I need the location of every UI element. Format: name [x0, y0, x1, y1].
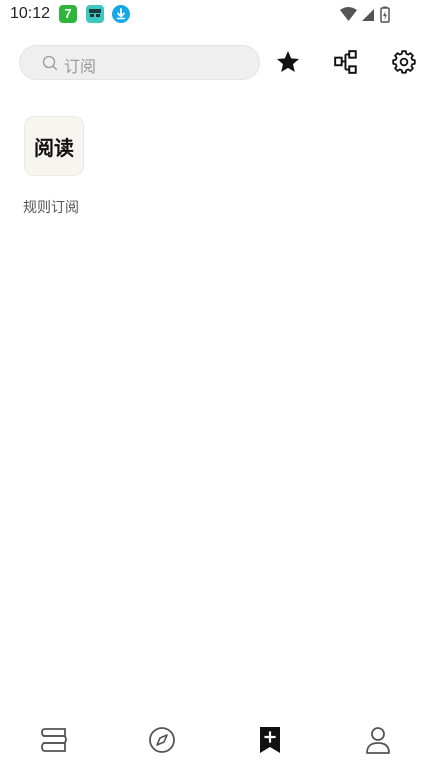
source-label: 规则订阅: [23, 200, 79, 216]
signal-icon: [362, 9, 374, 21]
status-indicators: [339, 6, 399, 23]
gear-icon: [392, 50, 416, 74]
nav-bookshelf[interactable]: [36, 724, 72, 756]
nav-profile[interactable]: [360, 724, 396, 756]
nav-subscription[interactable]: [252, 724, 288, 756]
search-placeholder: 订阅: [64, 57, 97, 76]
settings-button[interactable]: [390, 48, 418, 76]
status-bar: 10:12 7: [0, 0, 433, 30]
favorites-button[interactable]: [274, 48, 302, 76]
source-app-icon: 阅读: [24, 116, 84, 176]
person-icon: [366, 727, 390, 754]
source-item-rule-subscription[interactable]: 阅读 规则订阅: [20, 114, 90, 219]
search-input[interactable]: 订阅: [19, 45, 260, 80]
search-icon: [42, 55, 58, 71]
app-notification-icon: [86, 5, 104, 23]
source-icon-text: 阅读: [34, 135, 74, 160]
wifi-icon: [340, 7, 357, 21]
flow-icon: [334, 50, 357, 74]
nav-discover[interactable]: [144, 724, 180, 756]
bookshelf-icon: [41, 728, 67, 752]
rule-flow-button[interactable]: [332, 48, 360, 76]
status-time: 10:12: [10, 5, 51, 22]
star-icon: [276, 50, 300, 72]
bottom-nav: [0, 714, 433, 770]
app-notification-icon: 7: [59, 5, 77, 23]
download-icon: [112, 5, 130, 23]
bookmark-add-icon: [260, 727, 280, 753]
compass-icon: [149, 727, 175, 753]
